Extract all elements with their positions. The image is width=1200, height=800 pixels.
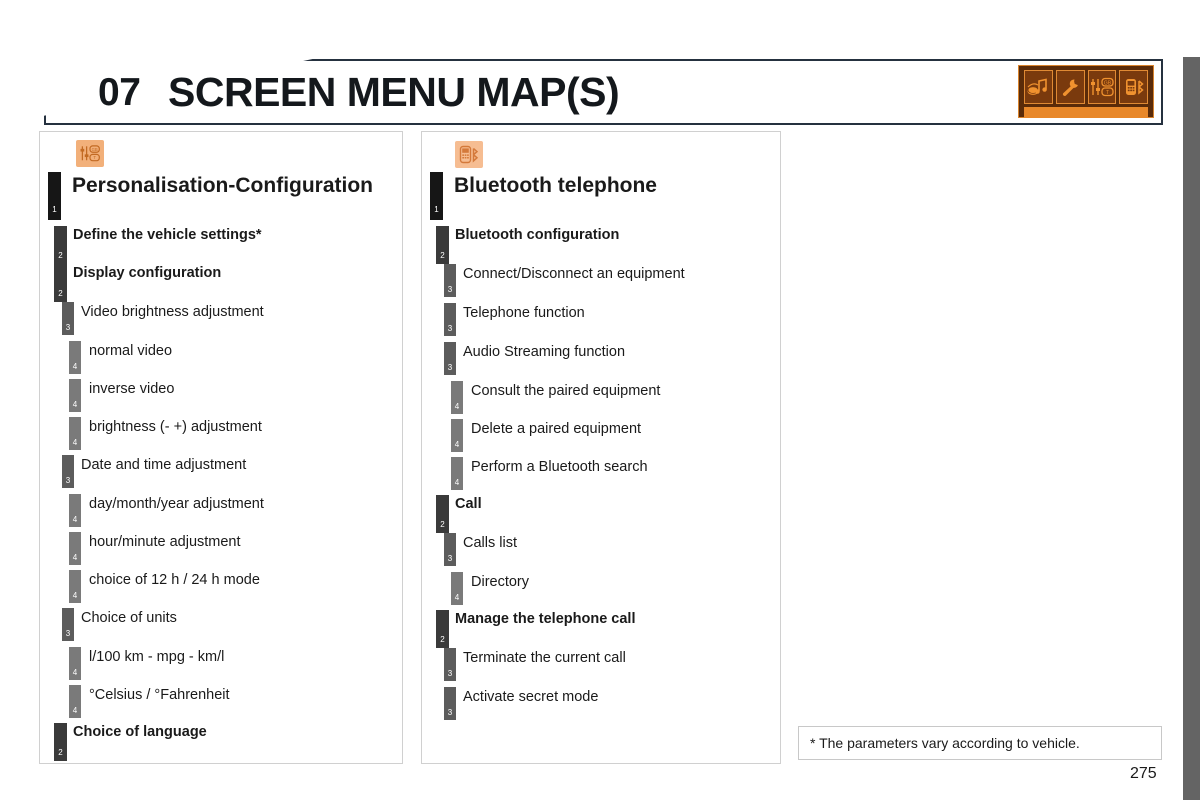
level-indicator-badge: 3 (444, 264, 456, 297)
menu-item-label: Choice of units (81, 610, 177, 626)
menu-item-label: Video brightness adjustment (81, 304, 264, 320)
level-indicator-badge: 4 (451, 419, 463, 452)
level-indicator-badge: 4 (69, 494, 81, 527)
level-indicator-badge: 1 (48, 172, 61, 220)
bluetooth-phone-icon (455, 141, 483, 168)
level-indicator-badge: 4 (69, 570, 81, 603)
chapter-icon-row: GB T (1024, 70, 1148, 104)
level-indicator-badge: 3 (444, 687, 456, 720)
page-number: 275 (1130, 765, 1157, 782)
level-indicator-badge: 3 (444, 303, 456, 336)
menu-item-label: Choice of language (73, 724, 207, 740)
level-indicator-badge: 3 (62, 455, 74, 488)
menu-item-label: °Celsius / °Fahrenheit (89, 687, 230, 703)
level-indicator-badge: 2 (436, 610, 449, 648)
level-indicator-badge: 4 (451, 457, 463, 490)
level-indicator-badge: 4 (69, 417, 81, 450)
menu-item-label: inverse video (89, 381, 175, 397)
level-indicator-badge: 1 (430, 172, 443, 220)
page-edge-bar (1183, 57, 1200, 800)
menu-item-label: Calls list (463, 535, 517, 551)
menu-item-label: Terminate the current call (463, 650, 626, 666)
menu-item-label: Directory (471, 574, 530, 590)
menu-map-panel-personalisation: GB T 1 Personalisation-Configuration 2 Defi… (39, 131, 403, 764)
page-title: SCREEN MENU MAP(S) (168, 69, 620, 115)
level-indicator-badge: 4 (69, 532, 81, 565)
chapter-banner-content: 07 SCREEN MENU MAP(S) GB T (44, 59, 1163, 125)
level-indicator-badge: 2 (54, 226, 67, 264)
level-indicator-badge: 3 (62, 608, 74, 641)
svg-text:T: T (1106, 90, 1109, 96)
menu-item-label: Activate secret mode (463, 689, 599, 705)
bluetooth-phone-icon[interactable] (1119, 70, 1148, 104)
level-indicator-badge: 4 (69, 647, 81, 680)
menu-item-label: Manage the telephone call (455, 611, 636, 627)
level-indicator-badge: 4 (451, 572, 463, 605)
menu-item-label: hour/minute adjustment (89, 534, 241, 550)
wrench-settings-icon[interactable] (1055, 70, 1085, 104)
menu-item-label: Audio Streaming function (463, 344, 626, 360)
menu-item-label: Personalisation-Configuration (72, 174, 374, 197)
menu-map-panel-bluetooth: 1 Bluetooth telephone 2 Bluetooth configura… (421, 131, 781, 764)
svg-text:T: T (93, 155, 96, 160)
menu-item-label: Date and time adjustment (81, 457, 247, 473)
menu-item-label: day/month/year adjustment (89, 496, 264, 512)
level-indicator-badge: 4 (451, 381, 463, 414)
menu-item-label: Call (455, 496, 482, 512)
level-indicator-badge: 4 (69, 379, 81, 412)
menu-item-label: Bluetooth configuration (455, 227, 620, 243)
chapter-number: 07 (98, 71, 141, 114)
level-indicator-badge: 2 (436, 226, 449, 264)
configuration-sliders-icon[interactable]: GB T (1087, 70, 1117, 104)
configuration-sliders-icon: GB T (76, 140, 104, 167)
menu-item-label: Display configuration (73, 265, 222, 281)
level-indicator-badge: 2 (54, 264, 67, 302)
menu-item-label: Consult the paired equipment (471, 383, 661, 399)
level-indicator-badge: 3 (444, 533, 456, 566)
menu-item-label: normal video (89, 343, 173, 359)
level-indicator-badge: 3 (444, 648, 456, 681)
svg-text:GB: GB (92, 147, 98, 152)
level-indicator-badge: 2 (54, 723, 67, 761)
menu-item-label: l/100 km - mpg - km/l (89, 649, 225, 665)
level-indicator-badge: 3 (62, 302, 74, 335)
active-section-indicator (1024, 107, 1148, 118)
media-audio-icon[interactable] (1024, 70, 1053, 104)
level-indicator-badge: 3 (444, 342, 456, 375)
footnote-text: * The parameters vary according to vehic… (810, 735, 1080, 751)
menu-item-label: Delete a paired equipment (471, 421, 642, 437)
level-indicator-badge: 4 (69, 685, 81, 718)
menu-item-label: choice of 12 h / 24 h mode (89, 572, 260, 588)
menu-item-label: Bluetooth telephone (454, 174, 657, 197)
menu-item-label: brightness (- +) adjustment (89, 419, 262, 435)
menu-item-label: Connect/Disconnect an equipment (463, 266, 685, 282)
chapter-icon-strip: GB T (1018, 65, 1154, 118)
level-indicator-badge: 2 (436, 495, 449, 533)
level-indicator-badge: 4 (69, 341, 81, 374)
menu-item-label: Define the vehicle settings* (73, 227, 262, 243)
footnote-box: * The parameters vary according to vehic… (798, 726, 1162, 760)
svg-text:GB: GB (1104, 80, 1112, 86)
menu-item-label: Telephone function (463, 305, 585, 321)
menu-item-label: Perform a Bluetooth search (471, 459, 648, 475)
